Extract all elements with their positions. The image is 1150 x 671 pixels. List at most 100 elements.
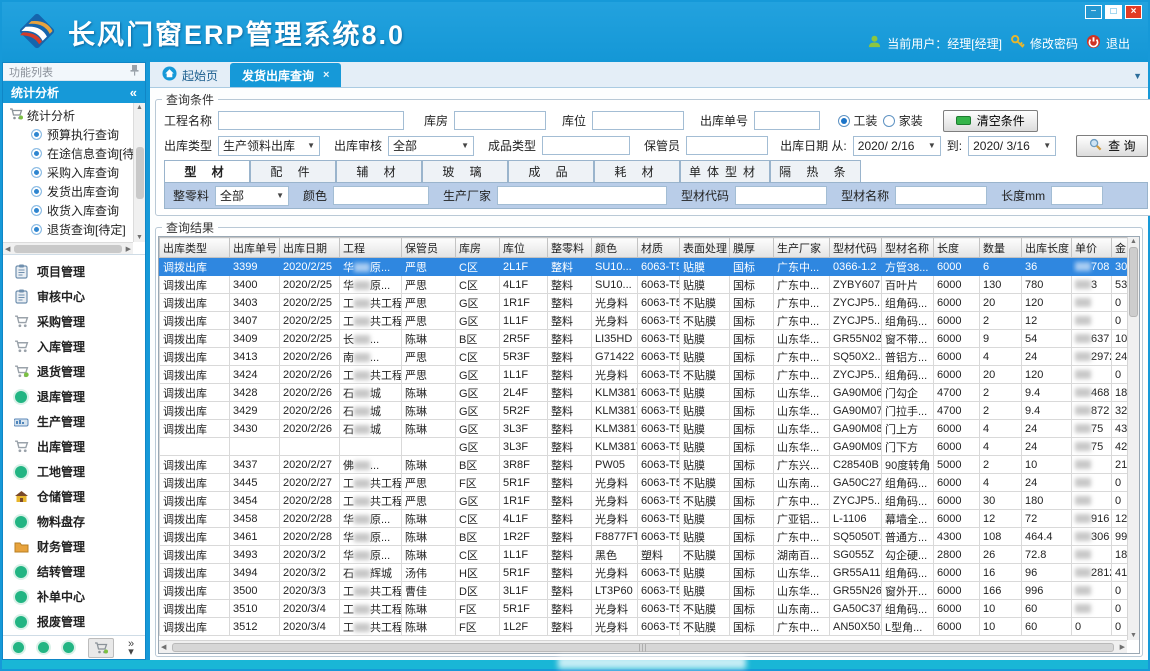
material-tab[interactable]: 隔 热 条 (770, 160, 861, 182)
table-horizontal-scrollbar[interactable]: ◀ ||| ▶ (159, 640, 1127, 653)
scrollbar-thumb[interactable] (1129, 247, 1138, 317)
column-header[interactable]: 库位 (500, 238, 548, 258)
date-to-select[interactable]: 2020/ 3/16 ▼ (968, 136, 1056, 156)
collapse-icon[interactable]: « (130, 85, 137, 100)
table-row[interactable]: 调拨出库34452020/2/27工共工程严思F区5R1F整料光身料6063-T… (160, 474, 1128, 492)
table-vertical-scrollbar[interactable]: ▲ ▼ (1127, 237, 1139, 640)
table-row[interactable]: 调拨出库35122020/3/4工共工程陈琳F区1L2F整料光身料6063-T5… (160, 618, 1128, 636)
table-row[interactable]: 调拨出库34932020/3/2华原...陈琳C区1L1F整料黑色塑料不贴膜国标… (160, 546, 1128, 564)
material-tab[interactable]: 耗 材 (594, 160, 680, 182)
tab-shipment-outbound-query[interactable]: 发货出库查询 × (230, 63, 341, 87)
table-row[interactable]: 调拨出库34942020/3/2石辉城汤伟H区5R1F整料光身料6063-T5贴… (160, 564, 1128, 582)
column-header[interactable]: 单价 (1072, 238, 1112, 258)
sidebar-item-house[interactable]: 仓储管理 (3, 484, 145, 509)
tree-item[interactable]: 收货入库查询 (9, 201, 133, 220)
column-header[interactable]: 保管员 (402, 238, 456, 258)
table-row[interactable]: 调拨出库35102020/3/4工共工程陈琳F区5R1F整料光身料6063-T5… (160, 600, 1128, 618)
column-header[interactable]: 材质 (638, 238, 680, 258)
location-input[interactable] (592, 111, 684, 130)
radio-selected-icon[interactable] (838, 115, 850, 127)
change-password-button[interactable]: 修改密码 (1010, 34, 1078, 52)
column-header[interactable]: 长度 (934, 238, 980, 258)
table-row[interactable]: 调拨出库34242020/2/26工共工程严思G区1L1F整料光身料6063-T… (160, 366, 1128, 384)
sidebar-item-dot[interactable]: 报废管理 (3, 609, 145, 634)
column-header[interactable]: 膜厚 (730, 238, 774, 258)
column-header[interactable]: 数量 (980, 238, 1022, 258)
column-header[interactable]: 生产厂家 (774, 238, 830, 258)
column-header[interactable]: 颜色 (592, 238, 638, 258)
tree-item[interactable]: 在途信息查询[待 (9, 144, 133, 163)
table-row[interactable]: G区3L3F整料KLM38176063-T5贴膜国标山东华...GA90M09.… (160, 438, 1128, 456)
color-input[interactable] (333, 186, 429, 205)
out-no-input[interactable] (754, 111, 820, 130)
maximize-button[interactable]: □ (1105, 5, 1122, 19)
search-button[interactable]: 查 询 (1076, 135, 1148, 157)
tree-item[interactable]: 预算执行查询 (9, 125, 133, 144)
sidebar-item-clipboard[interactable]: 项目管理 (3, 259, 145, 284)
radio-jiazhuang[interactable]: 家装 (883, 112, 922, 129)
tree-horizontal-scrollbar[interactable]: ◀ ▶ (3, 242, 133, 254)
sidebar-item-dot[interactable]: 结转管理 (3, 559, 145, 584)
table-row[interactable]: 调拨出库33992020/2/25华原...严思C区2L1F整料SU10...6… (160, 258, 1128, 276)
clear-conditions-button[interactable]: 清空条件 (943, 110, 1038, 132)
length-input[interactable] (1051, 186, 1103, 205)
whole-piece-select[interactable]: 全部 ▼ (215, 186, 289, 206)
scrollbar-thumb[interactable]: ||| (172, 643, 1113, 652)
material-tab[interactable]: 单体型材 (680, 160, 770, 182)
table-row[interactable]: 调拨出库34302020/2/26石城陈琳G区3L3F整料KLM38176063… (160, 420, 1128, 438)
sidebar-item-dot[interactable]: 退库管理 (3, 384, 145, 409)
radio-gongzhuang[interactable]: 工装 (838, 112, 877, 129)
tab-overflow-icon[interactable]: ▼ (1133, 71, 1142, 81)
cart-module-button[interactable] (88, 638, 114, 658)
column-header[interactable]: 库房 (456, 238, 500, 258)
column-header[interactable]: 出库类型 (160, 238, 230, 258)
product-type-input[interactable] (542, 136, 630, 155)
out-type-select[interactable]: 生产领料出库 ▼ (218, 136, 320, 156)
table-row[interactable]: 调拨出库34032020/2/25工共工程严思G区1R1F整料光身料6063-T… (160, 294, 1128, 312)
column-header[interactable]: 表面处理 (680, 238, 730, 258)
column-header[interactable]: 工程 (340, 238, 402, 258)
sidebar-item-folder[interactable]: 财务管理 (3, 534, 145, 559)
table-row[interactable]: 调拨出库34612020/2/28华原...陈琳B区1R2F整料F8877FT6… (160, 528, 1128, 546)
tree-item[interactable]: 发货出库查询 (9, 182, 133, 201)
tree-root-statistics[interactable]: 统计分析 (9, 105, 133, 125)
material-tab[interactable]: 辅 材 (336, 160, 422, 182)
profile-code-input[interactable] (735, 186, 827, 205)
scroll-down-icon[interactable]: ▼ (1130, 632, 1137, 639)
scroll-left-icon[interactable]: ◀ (5, 245, 10, 253)
sidebar-item-cart[interactable]: 入库管理 (3, 334, 145, 359)
date-from-select[interactable]: 2020/ 2/16 ▼ (853, 136, 941, 156)
table-row[interactable]: 调拨出库34002020/2/25华原...严思C区4L1F整料SU10...6… (160, 276, 1128, 294)
sidebar-item-cart[interactable]: 出库管理 (3, 434, 145, 459)
table-row[interactable]: 调拨出库34582020/2/28华原...陈琳C区4L1F整料光身料6063-… (160, 510, 1128, 528)
tree-item[interactable]: 采购入库查询 (9, 163, 133, 182)
column-header[interactable]: 整零料 (548, 238, 592, 258)
tab-home[interactable]: 起始页 (150, 63, 230, 87)
table-row[interactable]: 调拨出库34072020/2/25工共工程严思G区1L1F整料光身料6063-T… (160, 312, 1128, 330)
material-tab[interactable]: 玻 璃 (422, 160, 508, 182)
material-tab[interactable]: 配 件 (250, 160, 336, 182)
more-modules-button[interactable]: »▾ (128, 640, 134, 656)
column-header[interactable]: 金 (1112, 238, 1128, 258)
scroll-up-icon[interactable]: ▲ (1130, 238, 1137, 245)
pin-icon[interactable] (130, 65, 139, 79)
scrollbar-thumb[interactable] (136, 147, 144, 199)
sidebar-item-dot[interactable]: 补单中心 (3, 584, 145, 609)
scroll-right-icon[interactable]: ▶ (1120, 643, 1125, 651)
module-dot-icon[interactable] (38, 642, 49, 653)
project-name-input[interactable] (218, 111, 404, 130)
tree-item[interactable]: 退货查询[待定] (9, 220, 133, 239)
table-row[interactable]: 调拨出库35002020/3/3工共工程曹佳D区3L1F整料LT3P606063… (160, 582, 1128, 600)
module-dot-icon[interactable] (13, 642, 24, 653)
manufacturer-input[interactable] (497, 186, 667, 205)
column-header[interactable]: 出库长度 (1022, 238, 1072, 258)
logout-button[interactable]: 退出 (1086, 34, 1130, 52)
column-header[interactable]: 出库日期 (280, 238, 340, 258)
material-tab[interactable]: 型 材 (164, 160, 250, 182)
scroll-down-icon[interactable]: ▼ (136, 234, 143, 241)
module-dot-icon[interactable] (63, 642, 74, 653)
sidebar-item-chart[interactable]: 生产管理 (3, 409, 145, 434)
minimize-button[interactable]: − (1085, 5, 1102, 19)
column-header[interactable]: 出库单号 (230, 238, 280, 258)
column-header[interactable]: 型材代码 (830, 238, 882, 258)
